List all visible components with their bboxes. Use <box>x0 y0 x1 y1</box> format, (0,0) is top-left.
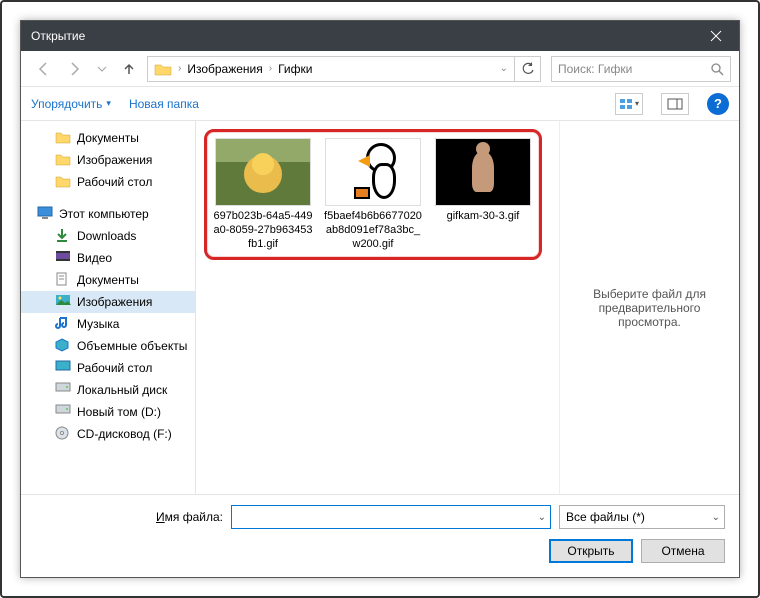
folder-icon <box>55 130 71 146</box>
tree-item[interactable]: Объемные объекты <box>21 335 195 357</box>
video-icon <box>55 250 71 266</box>
folder-icon <box>55 174 71 190</box>
file-item[interactable]: gifkam-30-3.gif <box>433 138 533 251</box>
tree-item[interactable]: Документы <box>21 269 195 291</box>
arrow-up-icon <box>121 61 137 77</box>
nav-history-button[interactable] <box>93 55 111 83</box>
chevron-down-icon: ▾ <box>106 98 111 109</box>
preview-hint: Выберите файл для предварительного просм… <box>568 287 731 329</box>
file-name: 697b023b-64a5-449a0-8059-27b963453fb1.gi… <box>213 210 313 251</box>
folder-icon <box>152 58 174 80</box>
open-file-dialog: Открытие › Изображения › Гифки ⌄ <box>20 20 740 578</box>
drive-icon <box>55 382 71 398</box>
tree-item[interactable]: CD-дисковод (F:) <box>21 423 195 445</box>
thumbnail-icon <box>215 138 311 206</box>
search-input[interactable]: Поиск: Гифки <box>551 56 731 82</box>
tree-item-selected[interactable]: Изображения <box>21 291 195 313</box>
arrow-right-icon <box>67 61 83 77</box>
chevron-down-icon: ⌄ <box>712 512 720 523</box>
file-type-filter[interactable]: Все файлы (*) ⌄ <box>559 505 725 529</box>
help-button[interactable]: ? <box>707 93 729 115</box>
organize-menu[interactable]: Упорядочить▾ <box>31 97 111 111</box>
cancel-button[interactable]: Отмена <box>641 539 725 563</box>
download-icon <box>55 228 71 244</box>
search-icon <box>710 62 724 76</box>
desktop-icon <box>55 360 71 376</box>
file-list[interactable]: 697b023b-64a5-449a0-8059-27b963453fb1.gi… <box>196 121 559 494</box>
tree-item[interactable]: Изображения <box>21 149 195 171</box>
navigation-bar: › Изображения › Гифки ⌄ Поиск: Гифки <box>21 51 739 87</box>
highlight-annotation: 697b023b-64a5-449a0-8059-27b963453fb1.gi… <box>204 129 542 260</box>
tree-item-this-pc[interactable]: Этот компьютер <box>21 203 195 225</box>
command-bar: Упорядочить▾ Новая папка ▾ ? <box>21 87 739 121</box>
documents-icon <box>55 272 71 288</box>
address-bar[interactable]: › Изображения › Гифки ⌄ <box>147 56 541 82</box>
thumbnail-icon <box>435 138 531 206</box>
refresh-button[interactable] <box>514 56 540 82</box>
preview-pane-toggle[interactable] <box>661 93 689 115</box>
preview-pane-icon <box>667 98 683 110</box>
nav-back-button[interactable] <box>29 55 57 83</box>
folder-icon <box>55 152 71 168</box>
drive-icon <box>55 404 71 420</box>
tree-item[interactable]: Новый том (D:) <box>21 401 195 423</box>
thumbnail-icon <box>325 138 421 206</box>
nav-tree[interactable]: Документы Изображения Рабочий стол Этот … <box>21 121 196 494</box>
preview-pane: Выберите файл для предварительного просм… <box>559 121 739 494</box>
close-button[interactable] <box>693 21 739 51</box>
open-button[interactable]: Открыть <box>549 539 633 563</box>
new-folder-button[interactable]: Новая папка <box>129 97 199 111</box>
view-menu[interactable]: ▾ <box>615 93 643 115</box>
breadcrumb-segment[interactable]: Гифки <box>272 57 318 81</box>
tree-item[interactable]: Видео <box>21 247 195 269</box>
dialog-footer: Имя файла: ⌄ Все файлы (*) ⌄ Открыть Отм… <box>21 494 739 577</box>
chevron-down-icon: ▾ <box>635 99 639 108</box>
tree-item[interactable]: Рабочий стол <box>21 357 195 379</box>
thumbnails-icon <box>619 98 633 110</box>
cube-icon <box>55 338 71 354</box>
monitor-icon <box>37 206 53 222</box>
window-title: Открытие <box>31 29 85 43</box>
file-name: f5baef4b6b6677020ab8d091ef78a3bc_w200.gi… <box>323 210 423 251</box>
close-icon <box>710 30 722 42</box>
refresh-icon <box>521 62 535 76</box>
titlebar: Открытие <box>21 21 739 51</box>
cd-icon <box>55 426 71 442</box>
tree-item[interactable]: Рабочий стол <box>21 171 195 193</box>
arrow-left-icon <box>35 61 51 77</box>
filename-input[interactable]: ⌄ <box>231 505 551 529</box>
tree-item[interactable]: Музыка <box>21 313 195 335</box>
breadcrumb-segment[interactable]: Изображения <box>181 57 268 81</box>
file-item[interactable]: f5baef4b6b6677020ab8d091ef78a3bc_w200.gi… <box>323 138 423 251</box>
file-item[interactable]: 697b023b-64a5-449a0-8059-27b963453fb1.gi… <box>213 138 313 251</box>
nav-forward-button[interactable] <box>61 55 89 83</box>
chevron-down-icon <box>97 64 107 74</box>
music-icon <box>55 316 71 332</box>
tree-item[interactable]: Локальный диск <box>21 379 195 401</box>
file-name: gifkam-30-3.gif <box>433 210 533 224</box>
tree-item[interactable]: Документы <box>21 127 195 149</box>
filename-label: Имя файла: <box>35 510 223 524</box>
chevron-down-icon[interactable]: ⌄ <box>538 512 546 523</box>
nav-up-button[interactable] <box>115 55 143 83</box>
pictures-icon <box>55 294 71 310</box>
search-placeholder: Поиск: Гифки <box>558 62 632 76</box>
tree-item[interactable]: Downloads <box>21 225 195 247</box>
chevron-down-icon[interactable]: ⌄ <box>494 63 514 74</box>
